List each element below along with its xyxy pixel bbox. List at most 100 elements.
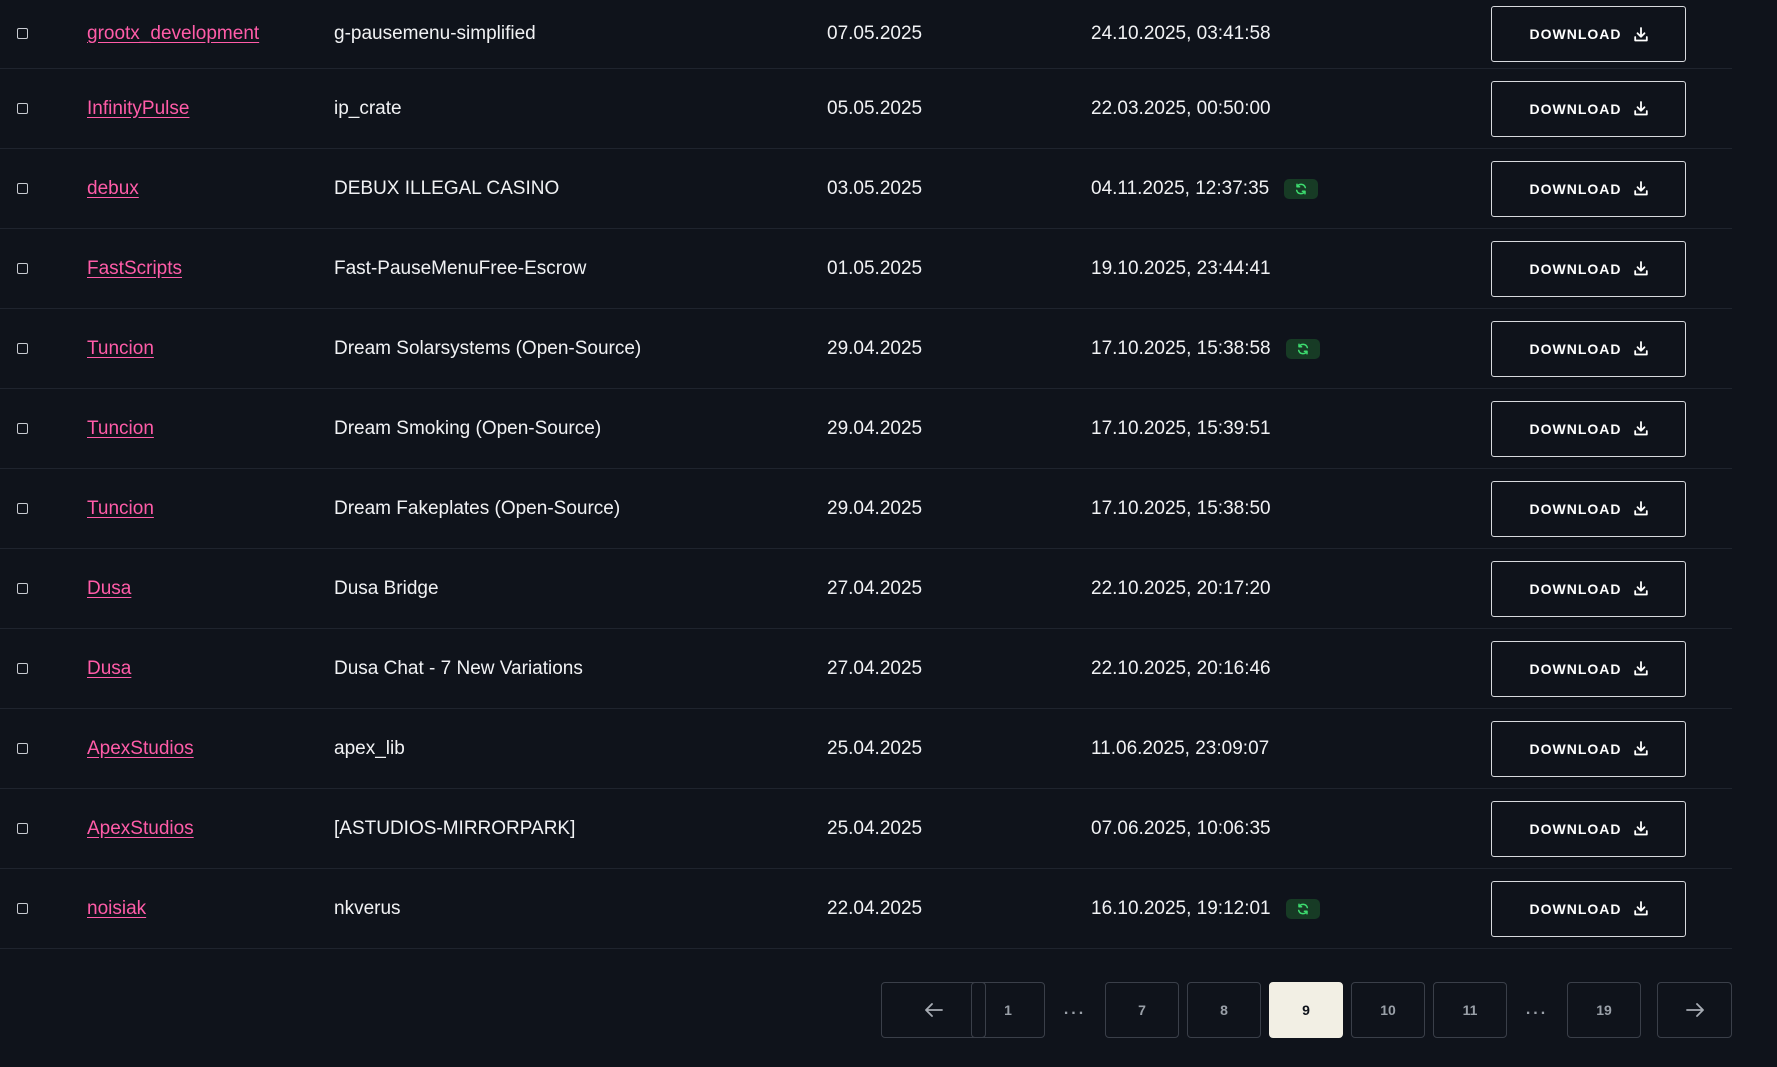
- download-button[interactable]: DOWNLOAD: [1491, 560, 1686, 617]
- next-page-button[interactable]: [1657, 982, 1732, 1038]
- page-button-1[interactable]: 1: [971, 982, 1045, 1038]
- author-link[interactable]: ApexStudios: [87, 738, 194, 760]
- author-link[interactable]: InfinityPulse: [87, 98, 189, 120]
- page-button-11[interactable]: 11: [1433, 982, 1507, 1038]
- download-button[interactable]: DOWNLOAD: [1491, 800, 1686, 857]
- pagination-ellipsis: ...: [1063, 1001, 1087, 1018]
- author-link[interactable]: noisiak: [87, 898, 146, 920]
- updated-date-text: 17.10.2025, 15:39:51: [1091, 417, 1271, 439]
- download-button[interactable]: DOWNLOAD: [1491, 320, 1686, 377]
- row-checkbox[interactable]: [17, 502, 28, 514]
- pagination: 1 ... 7 8 9 10 11 ... 19: [0, 982, 1777, 1038]
- created-date: 27.04.2025: [827, 657, 923, 679]
- page-button-9[interactable]: 9: [1269, 982, 1343, 1038]
- row-checkbox[interactable]: [17, 28, 28, 39]
- updated-date-text: 07.06.2025, 10:06:35: [1091, 817, 1271, 839]
- download-icon: [1633, 181, 1648, 196]
- arrow-right-icon: [1685, 1003, 1704, 1017]
- updated-date-text: 04.11.2025, 12:37:35: [1091, 177, 1270, 199]
- row-checkbox[interactable]: [17, 102, 28, 114]
- refresh-icon: [1296, 182, 1307, 195]
- author-link[interactable]: Dusa: [87, 658, 131, 680]
- author-link[interactable]: Tuncion: [87, 418, 154, 440]
- created-date: 29.04.2025: [827, 497, 923, 519]
- updated-date: 17.10.2025, 15:38:50: [1091, 498, 1271, 520]
- download-icon: [1633, 821, 1648, 836]
- row-checkbox[interactable]: [17, 662, 28, 674]
- resource-name: [ASTUDIOS-MIRRORPARK]: [334, 817, 576, 839]
- author-link[interactable]: Tuncion: [87, 338, 154, 360]
- table-row: debux DEBUX ILLEGAL CASINO 03.05.2025 04…: [0, 149, 1732, 229]
- page-button-19[interactable]: 19: [1567, 982, 1641, 1038]
- table-row: noisiak nkverus 22.04.2025 16.10.2025, 1…: [0, 869, 1732, 949]
- resource-name: Fast-PauseMenuFree-Escrow: [334, 257, 587, 279]
- download-button[interactable]: DOWNLOAD: [1491, 640, 1686, 697]
- created-date: 03.05.2025: [827, 177, 923, 199]
- created-date: 07.05.2025: [827, 23, 923, 44]
- download-icon: [1633, 341, 1648, 356]
- resource-name: Dusa Chat - 7 New Variations: [334, 657, 583, 679]
- author-link[interactable]: ApexStudios: [87, 818, 194, 840]
- updated-date: 17.10.2025, 15:39:51: [1091, 418, 1271, 440]
- author-link[interactable]: grootx_development: [87, 23, 259, 45]
- updated-date: 22.03.2025, 00:50:00: [1091, 98, 1271, 120]
- table-row: ApexStudios [ASTUDIOS-MIRRORPARK] 25.04.…: [0, 789, 1732, 869]
- row-checkbox[interactable]: [17, 262, 28, 274]
- download-button[interactable]: DOWNLOAD: [1491, 480, 1686, 537]
- created-date: 01.05.2025: [827, 257, 923, 279]
- download-button[interactable]: DOWNLOAD: [1491, 80, 1686, 137]
- table-row: grootx_development g-pausemenu-simplifie…: [0, 0, 1732, 69]
- author-link[interactable]: FastScripts: [87, 258, 182, 280]
- download-button[interactable]: DOWNLOAD: [1491, 880, 1686, 937]
- download-button-label: DOWNLOAD: [1529, 26, 1622, 42]
- row-checkbox[interactable]: [17, 342, 28, 354]
- page-button-8[interactable]: 8: [1187, 982, 1261, 1038]
- download-button-label: DOWNLOAD: [1529, 180, 1622, 197]
- sync-status-badge: [1285, 898, 1320, 919]
- download-button-label: DOWNLOAD: [1529, 340, 1622, 357]
- download-icon: [1633, 501, 1648, 516]
- download-button-label: DOWNLOAD: [1529, 260, 1622, 277]
- download-button[interactable]: DOWNLOAD: [1491, 720, 1686, 777]
- resources-table: grootx_development g-pausemenu-simplifie…: [0, 0, 1732, 949]
- updated-date: 04.11.2025, 12:37:35: [1091, 177, 1319, 200]
- row-checkbox[interactable]: [17, 422, 28, 434]
- download-icon: [1633, 26, 1648, 41]
- updated-date-text: 19.10.2025, 23:44:41: [1091, 257, 1271, 279]
- author-link[interactable]: Dusa: [87, 578, 131, 600]
- sync-status-badge: [1285, 338, 1320, 359]
- updated-date-text: 17.10.2025, 15:38:58: [1091, 337, 1271, 359]
- download-button[interactable]: DOWNLOAD: [1491, 400, 1686, 457]
- row-checkbox[interactable]: [17, 822, 28, 834]
- table-row: Dusa Dusa Chat - 7 New Variations 27.04.…: [0, 629, 1732, 709]
- download-button[interactable]: DOWNLOAD: [1491, 6, 1686, 62]
- download-button[interactable]: DOWNLOAD: [1491, 240, 1686, 297]
- updated-date-text: 17.10.2025, 15:38:50: [1091, 497, 1271, 519]
- download-icon: [1633, 421, 1648, 436]
- created-date: 25.04.2025: [827, 737, 923, 759]
- created-date: 05.05.2025: [827, 97, 923, 119]
- row-checkbox[interactable]: [17, 902, 28, 914]
- download-icon: [1633, 741, 1648, 756]
- updated-date-text: 22.10.2025, 20:16:46: [1091, 657, 1271, 679]
- page-button-7[interactable]: 7: [1105, 982, 1179, 1038]
- download-icon: [1633, 101, 1648, 116]
- author-link[interactable]: Tuncion: [87, 498, 154, 520]
- download-icon: [1633, 901, 1648, 916]
- row-checkbox[interactable]: [17, 582, 28, 594]
- download-button-label: DOWNLOAD: [1529, 100, 1622, 117]
- row-checkbox[interactable]: [17, 182, 28, 194]
- created-date: 27.04.2025: [827, 577, 923, 599]
- table-row: ApexStudios apex_lib 25.04.2025 11.06.20…: [0, 709, 1732, 789]
- resource-name: nkverus: [334, 897, 401, 919]
- row-checkbox[interactable]: [17, 742, 28, 754]
- author-link[interactable]: debux: [87, 178, 139, 200]
- updated-date: 16.10.2025, 19:12:01: [1091, 898, 1320, 920]
- page-button-10[interactable]: 10: [1351, 982, 1425, 1038]
- sync-status-badge: [1284, 178, 1319, 199]
- refresh-icon: [1297, 342, 1308, 355]
- table-row: Tuncion Dream Fakeplates (Open-Source) 2…: [0, 469, 1732, 549]
- table-row: InfinityPulse ip_crate 05.05.2025 22.03.…: [0, 69, 1732, 149]
- created-date: 25.04.2025: [827, 817, 923, 839]
- download-button[interactable]: DOWNLOAD: [1491, 160, 1686, 217]
